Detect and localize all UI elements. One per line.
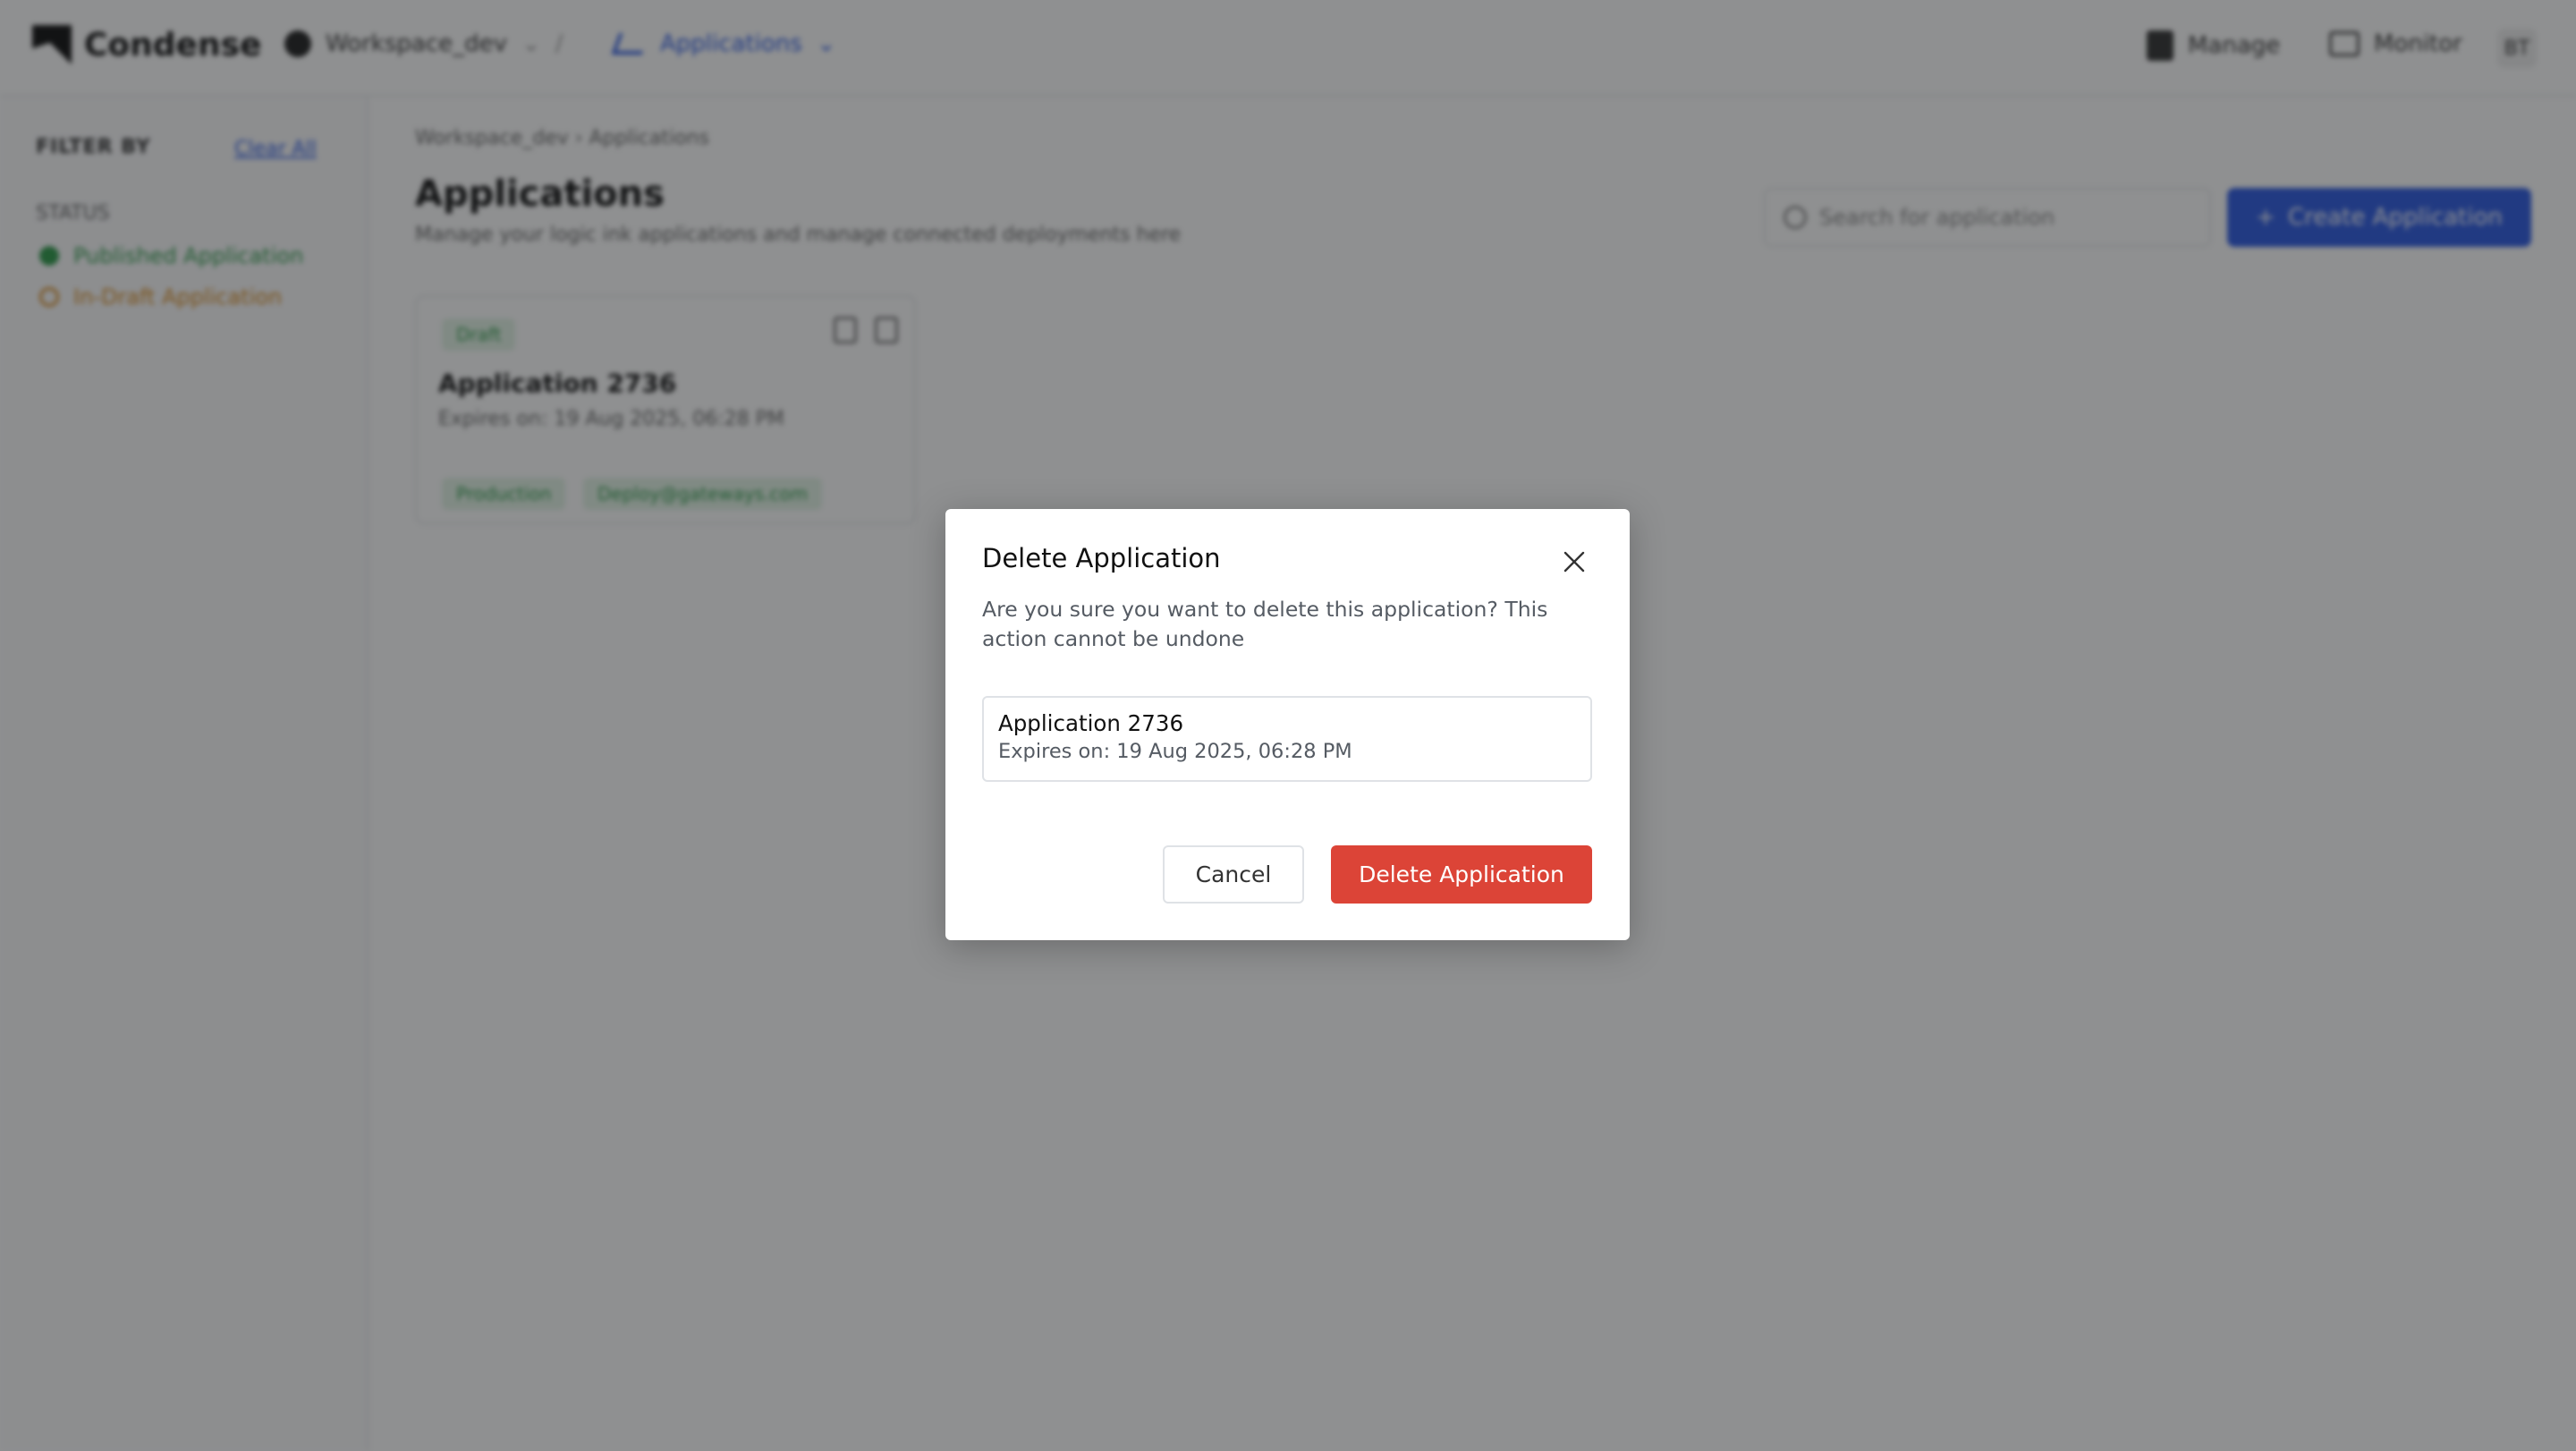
- cancel-button[interactable]: Cancel: [1163, 845, 1304, 904]
- close-icon[interactable]: [1561, 548, 1588, 575]
- delete-application-dialog: Delete Application Are you sure you want…: [945, 509, 1630, 940]
- delete-application-button[interactable]: Delete Application: [1331, 845, 1592, 904]
- dialog-description: Are you sure you want to delete this app…: [982, 597, 1548, 651]
- dialog-title: Delete Application: [982, 543, 1221, 573]
- application-name: Application 2736: [998, 710, 1184, 736]
- application-expiry: Expires on: 19 Aug 2025, 06:28 PM: [998, 740, 1352, 763]
- application-summary: Application 2736 Expires on: 19 Aug 2025…: [982, 696, 1592, 782]
